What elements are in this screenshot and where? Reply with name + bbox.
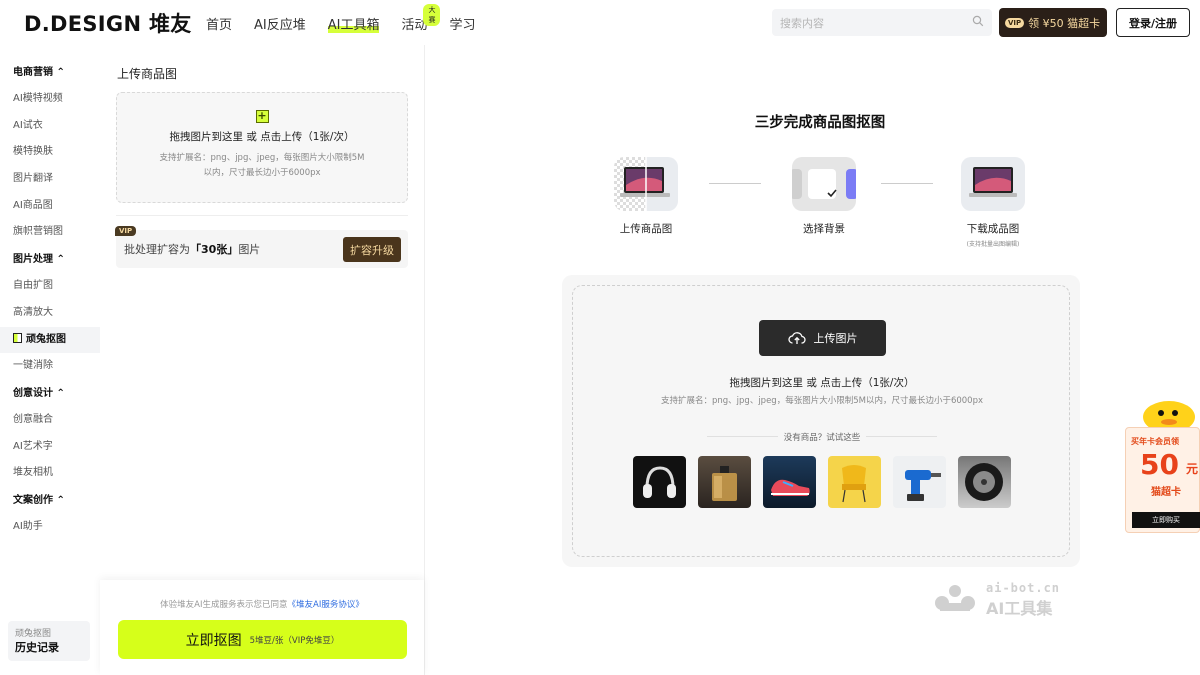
step-connector <box>709 183 761 184</box>
top-header: D.DESIGN 堆友 首页 AI反应堆 AI工具箱 活动 大赛 学习 搜索内容 … <box>0 0 1200 45</box>
sidebar-group-ecommerce[interactable]: 电商营销 ⌃ <box>0 59 100 86</box>
start-cutout-button[interactable]: 立即抠图 5堆豆/张（VIP免堆豆） <box>118 620 407 659</box>
promo-buy-button[interactable]: 立即购买 <box>1132 512 1200 528</box>
history-button[interactable]: 顽兔抠图 历史记录 <box>8 621 90 661</box>
site-logo[interactable]: D.DESIGN 堆友 <box>24 8 192 38</box>
laptop-result-icon <box>961 157 1025 211</box>
batch-upgrade-box: VIP 批处理扩容为「30张」图片 扩容升级 <box>115 226 408 268</box>
sample-tire[interactable] <box>958 456 1011 508</box>
steps-title: 三步完成商品图抠图 <box>754 115 886 131</box>
step-download-note: (支持批量出图编辑) <box>966 241 1020 248</box>
try-samples-label: 没有商品？试试这些 <box>573 431 1071 443</box>
watermark: ai-bot.cn AI工具集 <box>932 581 1082 618</box>
sample-images <box>633 456 1011 508</box>
sidebar-item-skin[interactable]: 模特换肤 <box>0 139 100 166</box>
search-input[interactable]: 搜索内容 <box>772 9 992 36</box>
vip-tag: VIP <box>1005 17 1025 28</box>
search-placeholder: 搜索内容 <box>780 17 824 30</box>
plus-icon: + <box>255 109 269 123</box>
sidebar-item-model-video[interactable]: AI模特视频 <box>0 86 100 113</box>
cutout-icon <box>13 332 22 343</box>
sidebar-item-product[interactable]: AI商品图 <box>0 193 100 220</box>
sidebar-item-expand[interactable]: 自由扩图 <box>0 273 100 300</box>
nav-learn[interactable]: 学习 <box>450 14 476 33</box>
vip-corner-badge: VIP <box>115 226 137 236</box>
sidebar-item-fusion[interactable]: 创意融合 <box>0 407 100 434</box>
history-sub: 顽兔抠图 <box>15 629 52 639</box>
sidebar-group-copy[interactable]: 文案创作 ⌃ <box>0 487 100 514</box>
sidebar-item-banner[interactable]: 旗帜营销图 <box>0 219 100 246</box>
price-label: 5堆豆/张（VIP免堆豆） <box>249 635 340 646</box>
history-title: 历史记录 <box>15 641 59 654</box>
expand-upgrade-button[interactable]: 扩容升级 <box>343 237 401 262</box>
login-button[interactable]: 登录/注册 <box>1116 8 1190 37</box>
upload-image-button[interactable]: 上传图片 <box>759 320 886 356</box>
sample-perfume[interactable] <box>698 456 751 508</box>
step-background: 选择背景 <box>769 157 879 236</box>
sidebar-item-cutout[interactable]: 顽兔抠图 <box>0 326 100 354</box>
start-cutout-label: 立即抠图 <box>185 632 242 649</box>
sample-chair[interactable] <box>828 456 881 508</box>
sidebar-item-translate[interactable]: 图片翻译 <box>0 166 100 193</box>
laptop-half-icon <box>614 157 678 211</box>
sample-sneaker[interactable] <box>763 456 816 508</box>
promo-card: 买年卡会员领 50 元 猫超卡 立即购买 <box>1125 427 1200 533</box>
watermark-domain: ai-bot.cn <box>986 581 1061 595</box>
background-select-icon <box>792 157 856 211</box>
sidebar-item-assistant[interactable]: AI助手 <box>0 514 100 541</box>
step-connector <box>881 183 933 184</box>
search-icon[interactable] <box>972 15 984 27</box>
step-upload: 上传商品图 <box>591 157 701 236</box>
promo-unit: 元 <box>1186 462 1199 476</box>
sidebar: 电商营销 ⌃ AI模特视频 AI试衣 模特换肤 图片翻译 AI商品图 旗帜营销图… <box>0 45 100 675</box>
sidebar-item-camera[interactable]: 堆友相机 <box>0 460 100 487</box>
upload-image-label: 上传图片 <box>813 332 858 345</box>
main-upload-area: 上传图片 拖拽图片到这里 或 点击上传（1张/次） 支持扩展名：png、jpg、… <box>562 275 1080 567</box>
watermark-logo-icon <box>935 585 975 611</box>
service-agreement-link[interactable]: 《堆友AI服务协议》 <box>288 600 364 610</box>
nav-ai-toolbox[interactable]: AI工具箱 <box>327 14 380 33</box>
promo-title: 买年卡会员领 <box>1131 437 1179 446</box>
upload-title: 拖拽图片到这里 或 点击上传（1张/次） <box>169 131 355 143</box>
sidebar-group-image[interactable]: 图片处理 ⌃ <box>0 246 100 273</box>
action-bar: 体验堆友AI生成服务表示您已同意《堆友AI服务协议》 立即抠图 5堆豆/张（VI… <box>100 580 424 675</box>
main-dropzone[interactable]: 上传图片 拖拽图片到这里 或 点击上传（1张/次） 支持扩展名：png、jpg、… <box>572 285 1070 557</box>
sidebar-item-erase[interactable]: 一键消除 <box>0 353 100 380</box>
sidebar-item-wordart[interactable]: AI艺术字 <box>0 434 100 461</box>
sidebar-item-upscale[interactable]: 高清放大 <box>0 300 100 327</box>
vip-offer-label: 领 ¥50 猫超卡 <box>1028 16 1101 30</box>
batch-text: 批处理扩容为「30张」图片 <box>124 243 261 256</box>
promo-card-name: 猫超卡 <box>1151 487 1181 498</box>
watermark-name: AI工具集 <box>986 599 1053 618</box>
cloud-upload-icon <box>787 332 806 344</box>
promo-amount: 50 <box>1140 448 1179 481</box>
promo-float[interactable]: 买年卡会员领 50 元 猫超卡 立即购买 <box>1125 395 1200 535</box>
vip-offer-button[interactable]: VIP 领 ¥50 猫超卡 <box>999 8 1107 37</box>
panel-title: 上传商品图 <box>117 67 178 81</box>
step-download: 下载成品图 (支持批量出图编辑) <box>938 157 1048 248</box>
nav-ai-reactor[interactable]: AI反应堆 <box>254 14 306 33</box>
contest-badge: 大赛 <box>423 4 441 26</box>
upload-dropzone[interactable]: + 拖拽图片到这里 或 点击上传（1张/次） 支持扩展名：png、jpg、jpe… <box>116 92 408 203</box>
nav-events[interactable]: 活动 大赛 <box>401 4 441 33</box>
drop-title: 拖拽图片到这里 或 点击上传（1张/次） <box>729 377 915 389</box>
upload-hint: 支持扩展名：png、jpg、jpeg，每张图片大小限制5M 以内，尺寸最长边小于6… <box>159 153 365 178</box>
sidebar-item-tryon[interactable]: AI试衣 <box>0 113 100 140</box>
agreement-text: 体验堆友AI生成服务表示您已同意《堆友AI服务协议》 <box>160 600 364 610</box>
main-nav: 首页 AI反应堆 AI工具箱 活动 大赛 学习 <box>206 4 498 33</box>
step-upload-label: 上传商品图 <box>619 223 673 235</box>
drop-hint: 支持扩展名：png、jpg、jpeg，每张图片大小限制5M以内，尺寸最长边小于6… <box>660 396 983 406</box>
sample-drill[interactable] <box>893 456 946 508</box>
sidebar-group-creative[interactable]: 创意设计 ⌃ <box>0 380 100 407</box>
step-download-label: 下载成品图 <box>966 223 1020 235</box>
sample-headphones[interactable] <box>633 456 686 508</box>
step-background-label: 选择背景 <box>803 223 845 235</box>
divider <box>116 215 408 216</box>
nav-home[interactable]: 首页 <box>206 14 232 33</box>
